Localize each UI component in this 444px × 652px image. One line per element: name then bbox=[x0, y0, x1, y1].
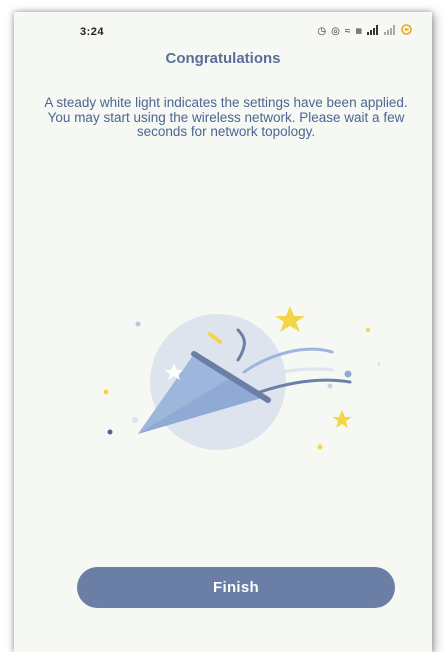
hotspot-icon: ◎ bbox=[331, 25, 340, 37]
confetti-dot bbox=[135, 321, 141, 327]
alarm-icon: ◷ bbox=[317, 25, 327, 37]
signal-icon bbox=[367, 24, 379, 39]
volte-icon: ▦ bbox=[355, 27, 362, 35]
phone-screen: 3:24 ◷ ◎ ≈ ▦ Congratulations A steady wh… bbox=[14, 12, 432, 652]
confetti-dot bbox=[103, 389, 109, 395]
confetti-dot bbox=[132, 417, 138, 423]
page-title: Congratulations bbox=[165, 50, 281, 67]
status-icons: ◷ ◎ ≈ ▦ bbox=[317, 24, 412, 39]
signal-icon-2 bbox=[384, 24, 396, 39]
confetti-dot bbox=[317, 444, 323, 450]
confetti-dot bbox=[377, 361, 380, 367]
star-large bbox=[275, 306, 305, 332]
status-bar: 3:24 ◷ ◎ ≈ ▦ bbox=[14, 12, 432, 46]
battery-saver-icon bbox=[401, 24, 412, 39]
finish-button[interactable]: Finish bbox=[77, 567, 395, 608]
wifi-icon: ≈ bbox=[344, 25, 351, 37]
status-time: 3:24 bbox=[80, 26, 105, 38]
confetti-dot bbox=[107, 429, 113, 435]
confetti-dot bbox=[327, 383, 333, 389]
party-popper-illustration bbox=[103, 306, 380, 450]
confetti-dot bbox=[366, 328, 370, 332]
confetti-dot bbox=[344, 370, 352, 378]
star-small bbox=[332, 410, 352, 428]
success-message: A steady white light indicates the setti… bbox=[44, 95, 408, 139]
